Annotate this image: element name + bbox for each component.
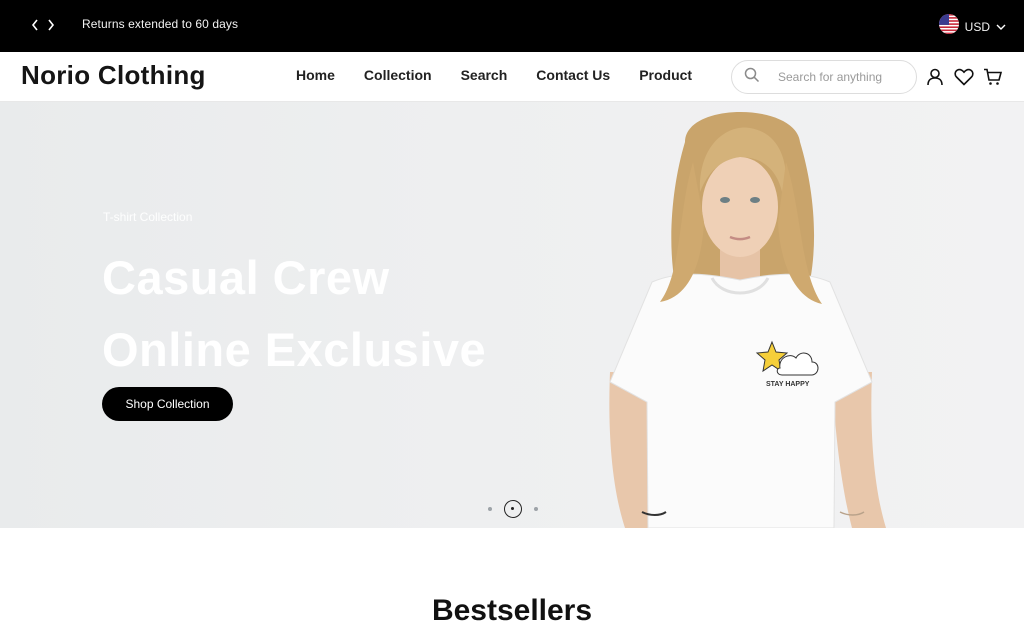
hero-banner: STAY HAPPY T-shirt Collection Casual Cre…: [0, 102, 1024, 528]
shirt-print-text: STAY HAPPY: [766, 381, 810, 388]
site-logo[interactable]: Norio Clothing: [21, 60, 206, 91]
site-header: Norio Clothing Home Collection Search Co…: [0, 52, 1024, 102]
currency-code: USD: [964, 19, 990, 34]
chevron-right-icon[interactable]: [46, 16, 56, 34]
nav-contact-us[interactable]: Contact Us: [536, 67, 610, 83]
slider-dot-3[interactable]: [534, 507, 538, 511]
header-icons: [925, 66, 1003, 88]
nav-search[interactable]: Search: [461, 67, 508, 83]
bestsellers-title: Bestsellers: [431, 594, 593, 627]
slider-dot-2[interactable]: [504, 500, 522, 518]
hero-eyebrow: T-shirt Collection: [103, 210, 193, 224]
announcement-bar: Returns extended to 60 days USD: [0, 0, 1024, 52]
main-nav: Home Collection Search Contact Us Produc…: [296, 67, 721, 83]
search-input[interactable]: [778, 70, 898, 84]
wishlist-heart-icon[interactable]: [954, 66, 974, 88]
cart-icon[interactable]: [983, 66, 1003, 88]
search-icon[interactable]: [744, 67, 760, 88]
nav-home[interactable]: Home: [296, 67, 335, 83]
nav-product[interactable]: Product: [639, 67, 692, 83]
slider-dot-1[interactable]: [488, 507, 492, 511]
hero-headline-line1: Casual Crew: [102, 251, 390, 304]
announcement-arrows: [30, 16, 56, 34]
currency-selector[interactable]: USD: [938, 14, 1006, 39]
hero-model-image: STAY HAPPY: [609, 112, 886, 528]
hero-headline-line2: Online Exclusive: [102, 323, 487, 376]
shop-collection-button[interactable]: Shop Collection: [102, 387, 233, 421]
us-flag-icon: [938, 14, 959, 39]
chevron-down-icon: [996, 18, 1006, 36]
search-box[interactable]: [731, 60, 917, 94]
account-icon[interactable]: [925, 66, 945, 88]
hero-headline: Casual Crew Online Exclusive: [102, 242, 486, 386]
slider-dots: [488, 500, 538, 518]
nav-collection[interactable]: Collection: [364, 67, 432, 83]
announcement-text: Returns extended to 60 days: [82, 17, 239, 31]
chevron-left-icon[interactable]: [30, 16, 40, 34]
